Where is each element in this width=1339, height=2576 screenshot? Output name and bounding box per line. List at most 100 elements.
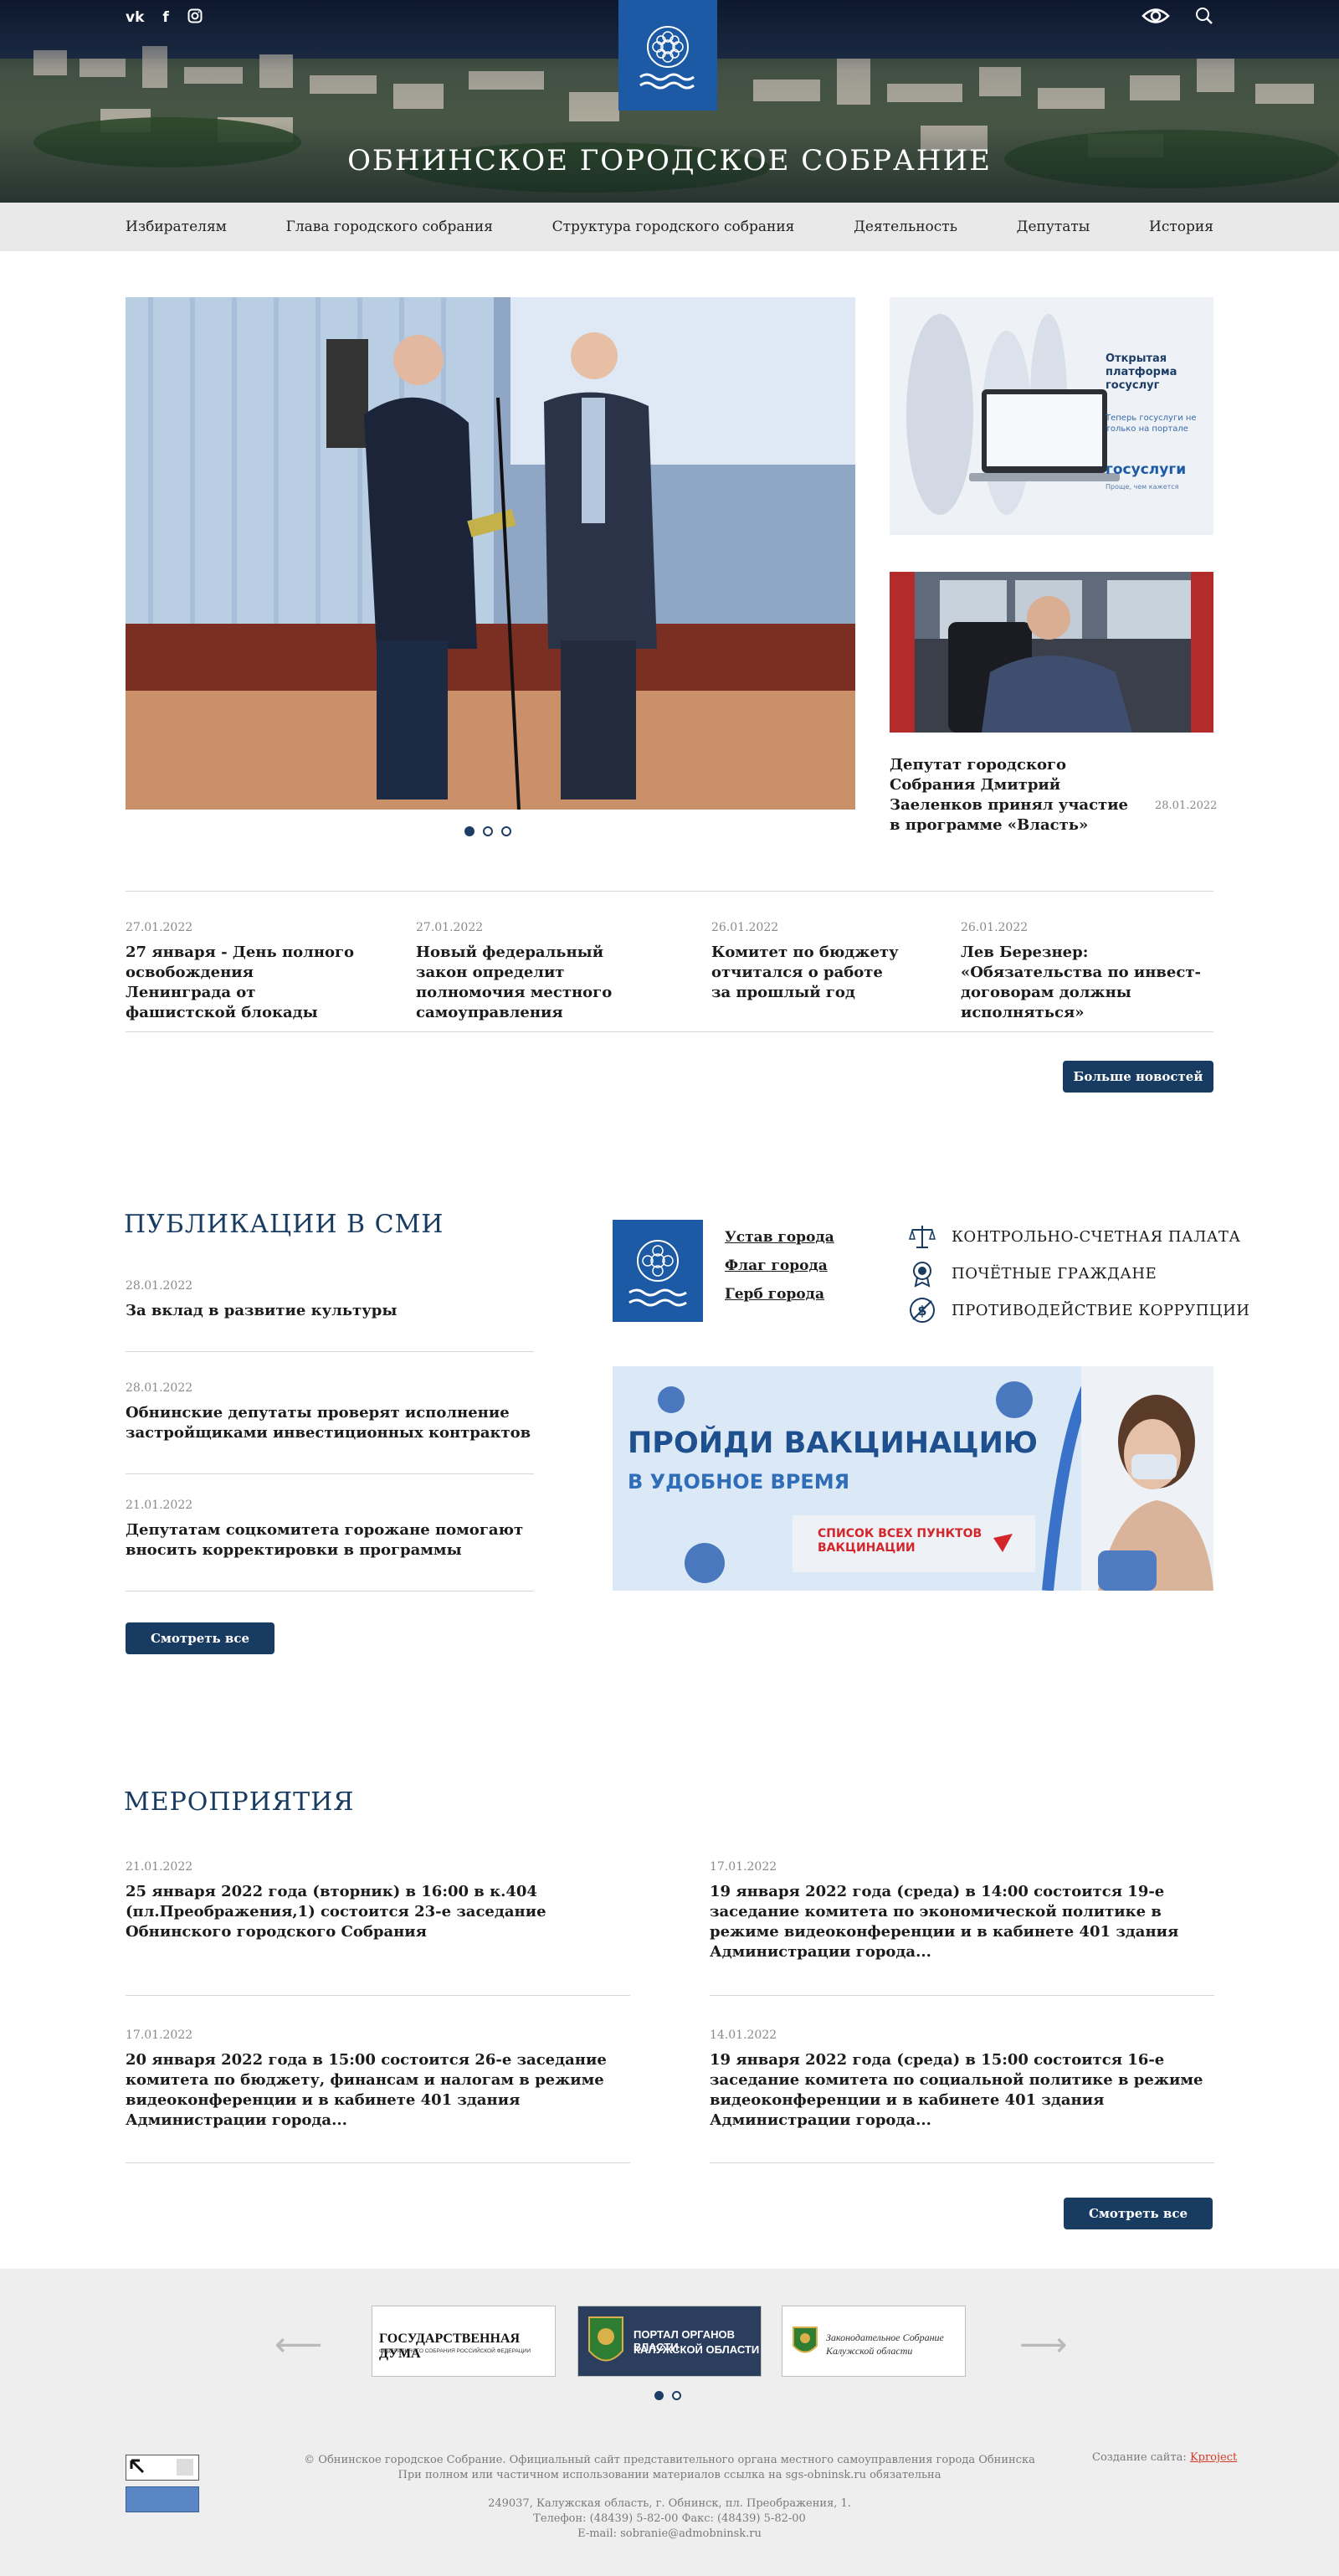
- site-title[interactable]: ОБНИНСКОЕ ГОРОДСКОЕ СОБРАНИЕ: [0, 144, 1339, 177]
- event-title[interactable]: 25 января 2022 года (вторник) в 16:00 в …: [126, 1882, 628, 1942]
- event-item[interactable]: 14.01.2022 19 января 2022 года (среда) в…: [710, 2028, 1212, 2131]
- city-coat-link[interactable]: Герб города: [725, 1286, 834, 1303]
- partners-dot-1[interactable]: [654, 2391, 664, 2400]
- nav-item-voters[interactable]: Избирателям: [126, 219, 227, 235]
- side-news-title[interactable]: Депутат городского Собрания Дмитрий Заел…: [890, 755, 1141, 836]
- publication-item[interactable]: 28.01.2022 Обнинские депутаты проверят и…: [126, 1381, 534, 1443]
- divider: [126, 1031, 1213, 1032]
- publication-item[interactable]: 21.01.2022 Депутатам соцкомитета горожан…: [126, 1499, 534, 1561]
- search-icon[interactable]: [1195, 7, 1213, 28]
- event-title[interactable]: 19 января 2022 года (среда) в 14:00 сост…: [710, 1882, 1212, 1962]
- side-link-label: ПОЧЁТНЫЕ ГРАЖДАНЕ: [952, 1264, 1157, 1283]
- publication-title[interactable]: Депутатам соцкомитета горожане помогают …: [126, 1520, 534, 1561]
- side-link-label: ПРОТИВОДЕЙСТВИЕ КОРРУПЦИИ: [952, 1301, 1250, 1319]
- header-tools: [1141, 7, 1213, 28]
- publication-date: 28.01.2022: [126, 1279, 193, 1293]
- nav-item-chairman[interactable]: Глава городского собрания: [286, 219, 493, 235]
- divider: [710, 2162, 1214, 2163]
- news-item[interactable]: 27.01.2022 27 января - День полного осво…: [126, 921, 360, 1023]
- scales-icon: [908, 1226, 936, 1248]
- partners-prev-arrow-icon[interactable]: ⟵: [274, 2326, 322, 2364]
- gosuslugi-banner[interactable]: Открытая платформа госуслуг Теперь госус…: [890, 297, 1213, 535]
- footer-contacts: 249037, Калужская область, г. Обнинск, п…: [276, 2496, 1063, 2542]
- news-title[interactable]: Новый федеральный закон определит полном…: [416, 943, 650, 1023]
- side-link-anti-corruption[interactable]: $ ПРОТИВОДЕЙСТВИЕ КОРРУПЦИИ: [908, 1292, 1250, 1329]
- footer-email[interactable]: E-mail: sobranie@admobninsk.ru: [276, 2527, 1063, 2542]
- liveinternet-counter-badge[interactable]: [126, 2486, 199, 2512]
- instagram-icon[interactable]: [187, 8, 203, 28]
- publication-title[interactable]: Обнинские депутаты проверят исполнение з…: [126, 1403, 534, 1443]
- vaccine-subtitle: В УДОБНОЕ ВРЕМЯ: [628, 1470, 850, 1494]
- publication-item[interactable]: 28.01.2022 За вклад в развитие культуры: [126, 1279, 534, 1321]
- hero-slide-image[interactable]: [126, 297, 855, 810]
- news-item[interactable]: 27.01.2022 Новый федеральный закон опред…: [416, 921, 650, 1023]
- partner-legislative-assembly[interactable]: Законодательное Собрание Калужской облас…: [782, 2306, 966, 2377]
- footer-copyright: © Обнинское городское Собрание. Официаль…: [276, 2453, 1063, 2483]
- visitor-counter-badge[interactable]: [126, 2455, 199, 2481]
- site-maker-label: Создание сайта:: [1092, 2451, 1190, 2464]
- gosuslugi-slogan: Проще, чем кажется: [1106, 483, 1179, 491]
- anti-corruption-icon: $: [910, 1298, 935, 1323]
- event-item[interactable]: 21.01.2022 25 января 2022 года (вторник)…: [126, 1860, 628, 1942]
- gosuslugi-logo: госуслуги: [1106, 461, 1187, 478]
- city-charter-link[interactable]: Устав города: [725, 1229, 834, 1246]
- events-view-all-button[interactable]: Смотреть все: [1064, 2198, 1213, 2229]
- event-date: 21.01.2022: [126, 1860, 193, 1874]
- more-news-button[interactable]: Больше новостей: [1063, 1061, 1213, 1093]
- nav-item-structure[interactable]: Структура городского собрания: [552, 219, 795, 235]
- divider: [126, 1473, 534, 1474]
- facebook-icon[interactable]: f: [162, 8, 168, 28]
- news-title[interactable]: 27 января - День полного освобождения Ле…: [126, 943, 360, 1023]
- slider-dot-1[interactable]: [464, 826, 475, 836]
- side-link-audit-chamber[interactable]: КОНТРОЛЬНО-СЧЕТНАЯ ПАЛАТА: [908, 1218, 1250, 1255]
- vaccine-title: ПРОЙДИ ВАКЦИНАЦИЮ: [628, 1427, 1038, 1460]
- partners-dot-2[interactable]: [672, 2391, 681, 2400]
- event-date: 17.01.2022: [126, 2028, 193, 2042]
- partner-state-duma[interactable]: ГОСУДАРСТВЕННАЯ ДУМА ФЕДЕРАЛЬНОГО СОБРАН…: [372, 2306, 556, 2377]
- event-title[interactable]: 20 января 2022 года в 15:00 состоится 26…: [126, 2050, 628, 2131]
- footer-phone: Телефон: (48439) 5-82-00 Факс: (48439) 5…: [533, 2512, 806, 2525]
- publication-date: 21.01.2022: [126, 1499, 193, 1512]
- hero-slider-dots: [464, 826, 511, 836]
- news-title[interactable]: Комитет по бюджету отчитался о работе за…: [711, 943, 904, 1003]
- side-news-date: 28.01.2022: [1155, 800, 1218, 812]
- event-item[interactable]: 17.01.2022 20 января 2022 года в 15:00 с…: [126, 2028, 628, 2131]
- news-date: 27.01.2022: [126, 921, 193, 934]
- event-title[interactable]: 19 января 2022 года (среда) в 15:00 сост…: [710, 2050, 1212, 2131]
- side-link-honorary-citizens[interactable]: ПОЧЁТНЫЕ ГРАЖДАНЕ: [908, 1255, 1250, 1292]
- kaluga-coat-icon: [793, 2327, 818, 2353]
- site-maker-link[interactable]: Kproject: [1190, 2451, 1237, 2464]
- nav-item-history[interactable]: История: [1149, 219, 1213, 235]
- eye-icon[interactable]: [1141, 7, 1170, 28]
- city-flag-link[interactable]: Флаг города: [725, 1257, 834, 1274]
- event-item[interactable]: 17.01.2022 19 января 2022 года (среда) в…: [710, 1860, 1212, 1962]
- city-symbols-links: Устав города Флаг города Герб города: [725, 1229, 834, 1314]
- side-link-label: КОНТРОЛЬНО-СЧЕТНАЯ ПАЛАТА: [952, 1227, 1241, 1246]
- partners-slider-dots: [654, 2391, 681, 2400]
- slider-dot-3[interactable]: [501, 826, 511, 836]
- divider: [126, 2162, 630, 2163]
- vk-icon[interactable]: vk: [126, 8, 144, 28]
- partner-subtitle: Калужской области: [826, 2345, 913, 2357]
- partners-next-arrow-icon[interactable]: ⟶: [1019, 2326, 1067, 2364]
- slider-dot-2[interactable]: [483, 826, 493, 836]
- nav-item-deputies[interactable]: Депутаты: [1017, 219, 1090, 235]
- news-title[interactable]: Лев Березнер: «Обязательства по инвест-д…: [961, 943, 1213, 1023]
- footer-copyright-note: При полном или частичном использовании м…: [398, 2469, 941, 2481]
- city-emblem-logo[interactable]: [618, 0, 717, 111]
- publication-title[interactable]: За вклад в развитие культуры: [126, 1301, 534, 1321]
- partner-kaluga-portal[interactable]: ПОРТАЛ ОРГАНОВ ВЛАСТИ КАЛУЖСКОЙ ОБЛАСТИ: [577, 2306, 762, 2377]
- city-coat-of-arms[interactable]: [613, 1220, 703, 1322]
- partner-title: Законодательное Собрание: [826, 2332, 944, 2343]
- event-date: 17.01.2022: [710, 1860, 777, 1874]
- vaccine-list-button[interactable]: СПИСОК ВСЕХ ПУНКТОВ ВАКЦИНАЦИИ: [818, 1527, 985, 1555]
- vaccination-banner[interactable]: ПРОЙДИ ВАКЦИНАЦИЮ В УДОБНОЕ ВРЕМЯ СПИСОК…: [613, 1366, 1213, 1591]
- gosuslugi-title: Открытая платформа госуслуг: [1106, 352, 1177, 392]
- deputy-interview-image[interactable]: [890, 572, 1213, 733]
- smi-view-all-button[interactable]: Смотреть все: [126, 1622, 274, 1654]
- divider: [126, 1351, 534, 1352]
- nav-item-activity[interactable]: Деятельность: [854, 219, 957, 235]
- news-item[interactable]: 26.01.2022 Комитет по бюджету отчитался …: [711, 921, 904, 1003]
- news-item[interactable]: 26.01.2022 Лев Березнер: «Обязательства …: [961, 921, 1213, 1023]
- divider: [126, 891, 1213, 892]
